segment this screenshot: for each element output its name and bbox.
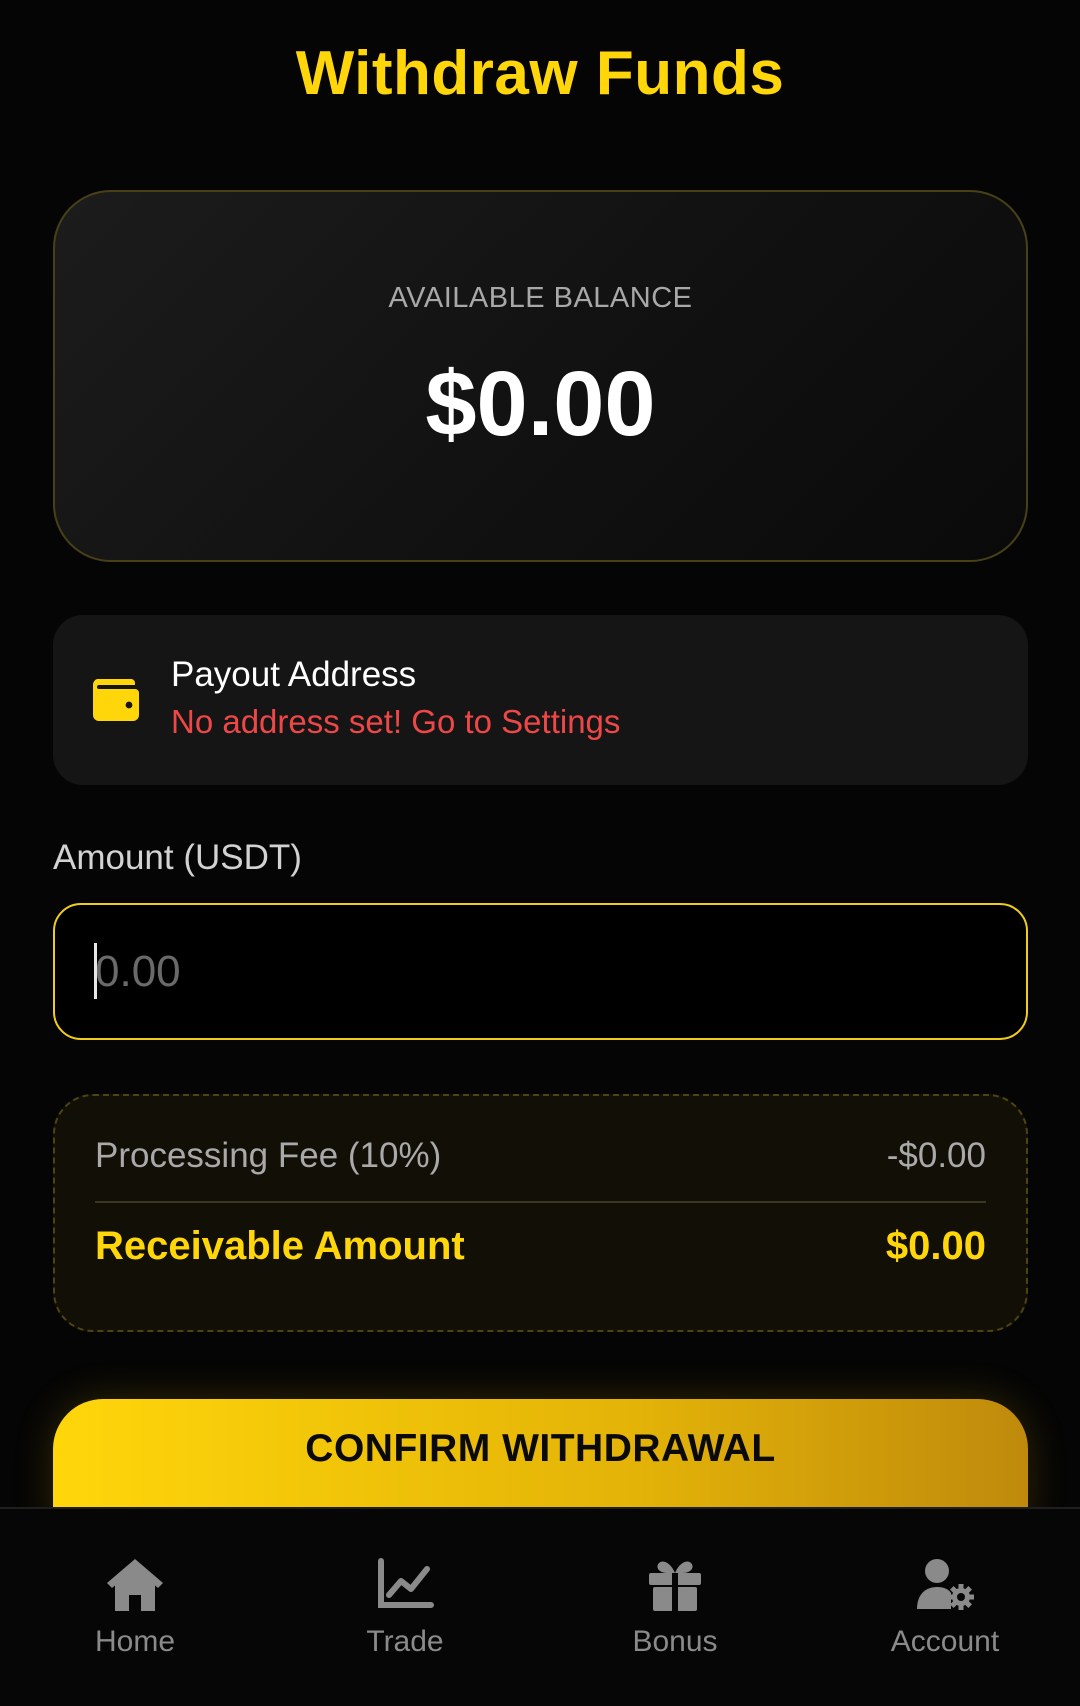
nav-label-bonus: Bonus bbox=[632, 1625, 718, 1658]
home-icon bbox=[107, 1559, 163, 1611]
nav-item-home[interactable]: Home bbox=[0, 1509, 270, 1706]
user-gear-icon bbox=[917, 1559, 974, 1610]
bottom-nav: Home Trade Bonus Account bbox=[0, 1507, 1080, 1706]
balance-card: AVAILABLE BALANCE $0.00 bbox=[53, 190, 1028, 562]
processing-fee-row: Processing Fee (10%) -$0.00 bbox=[95, 1136, 986, 1176]
nav-label-home: Home bbox=[94, 1625, 176, 1658]
nav-item-trade[interactable]: Trade bbox=[270, 1509, 540, 1706]
receivable-row: Receivable Amount $0.00 bbox=[95, 1224, 986, 1269]
balance-label: AVAILABLE BALANCE bbox=[388, 282, 693, 314]
fee-summary: Processing Fee (10%) -$0.00 Receivable A… bbox=[53, 1094, 1028, 1332]
nav-item-account[interactable]: Account bbox=[810, 1509, 1080, 1706]
withdraw-screen: Withdraw Funds AVAILABLE BALANCE $0.00 P… bbox=[0, 0, 1080, 1706]
wallet-icon bbox=[92, 679, 139, 721]
receivable-value: $0.00 bbox=[885, 1224, 986, 1268]
receivable-label: Receivable Amount bbox=[95, 1224, 465, 1268]
nav-item-bonus[interactable]: Bonus bbox=[540, 1509, 810, 1706]
gift-icon bbox=[649, 1561, 701, 1611]
nav-label-account: Account bbox=[890, 1625, 1000, 1658]
payout-address-card[interactable]: Payout Address No address set! Go to Set… bbox=[53, 615, 1028, 785]
text-caret bbox=[94, 943, 97, 999]
processing-fee-label: Processing Fee (10%) bbox=[95, 1136, 442, 1175]
chart-line-icon bbox=[378, 1558, 434, 1608]
amount-input[interactable] bbox=[53, 903, 1028, 1040]
divider bbox=[95, 1201, 986, 1203]
processing-fee-value: -$0.00 bbox=[886, 1136, 986, 1175]
nav-label-trade: Trade bbox=[366, 1625, 444, 1658]
balance-value: $0.00 bbox=[425, 353, 656, 455]
payout-title: Payout Address bbox=[171, 655, 417, 694]
amount-label: Amount (USDT) bbox=[53, 838, 302, 877]
payout-warning-link[interactable]: No address set! Go to Settings bbox=[171, 703, 620, 741]
page-title: Withdraw Funds bbox=[295, 39, 785, 108]
